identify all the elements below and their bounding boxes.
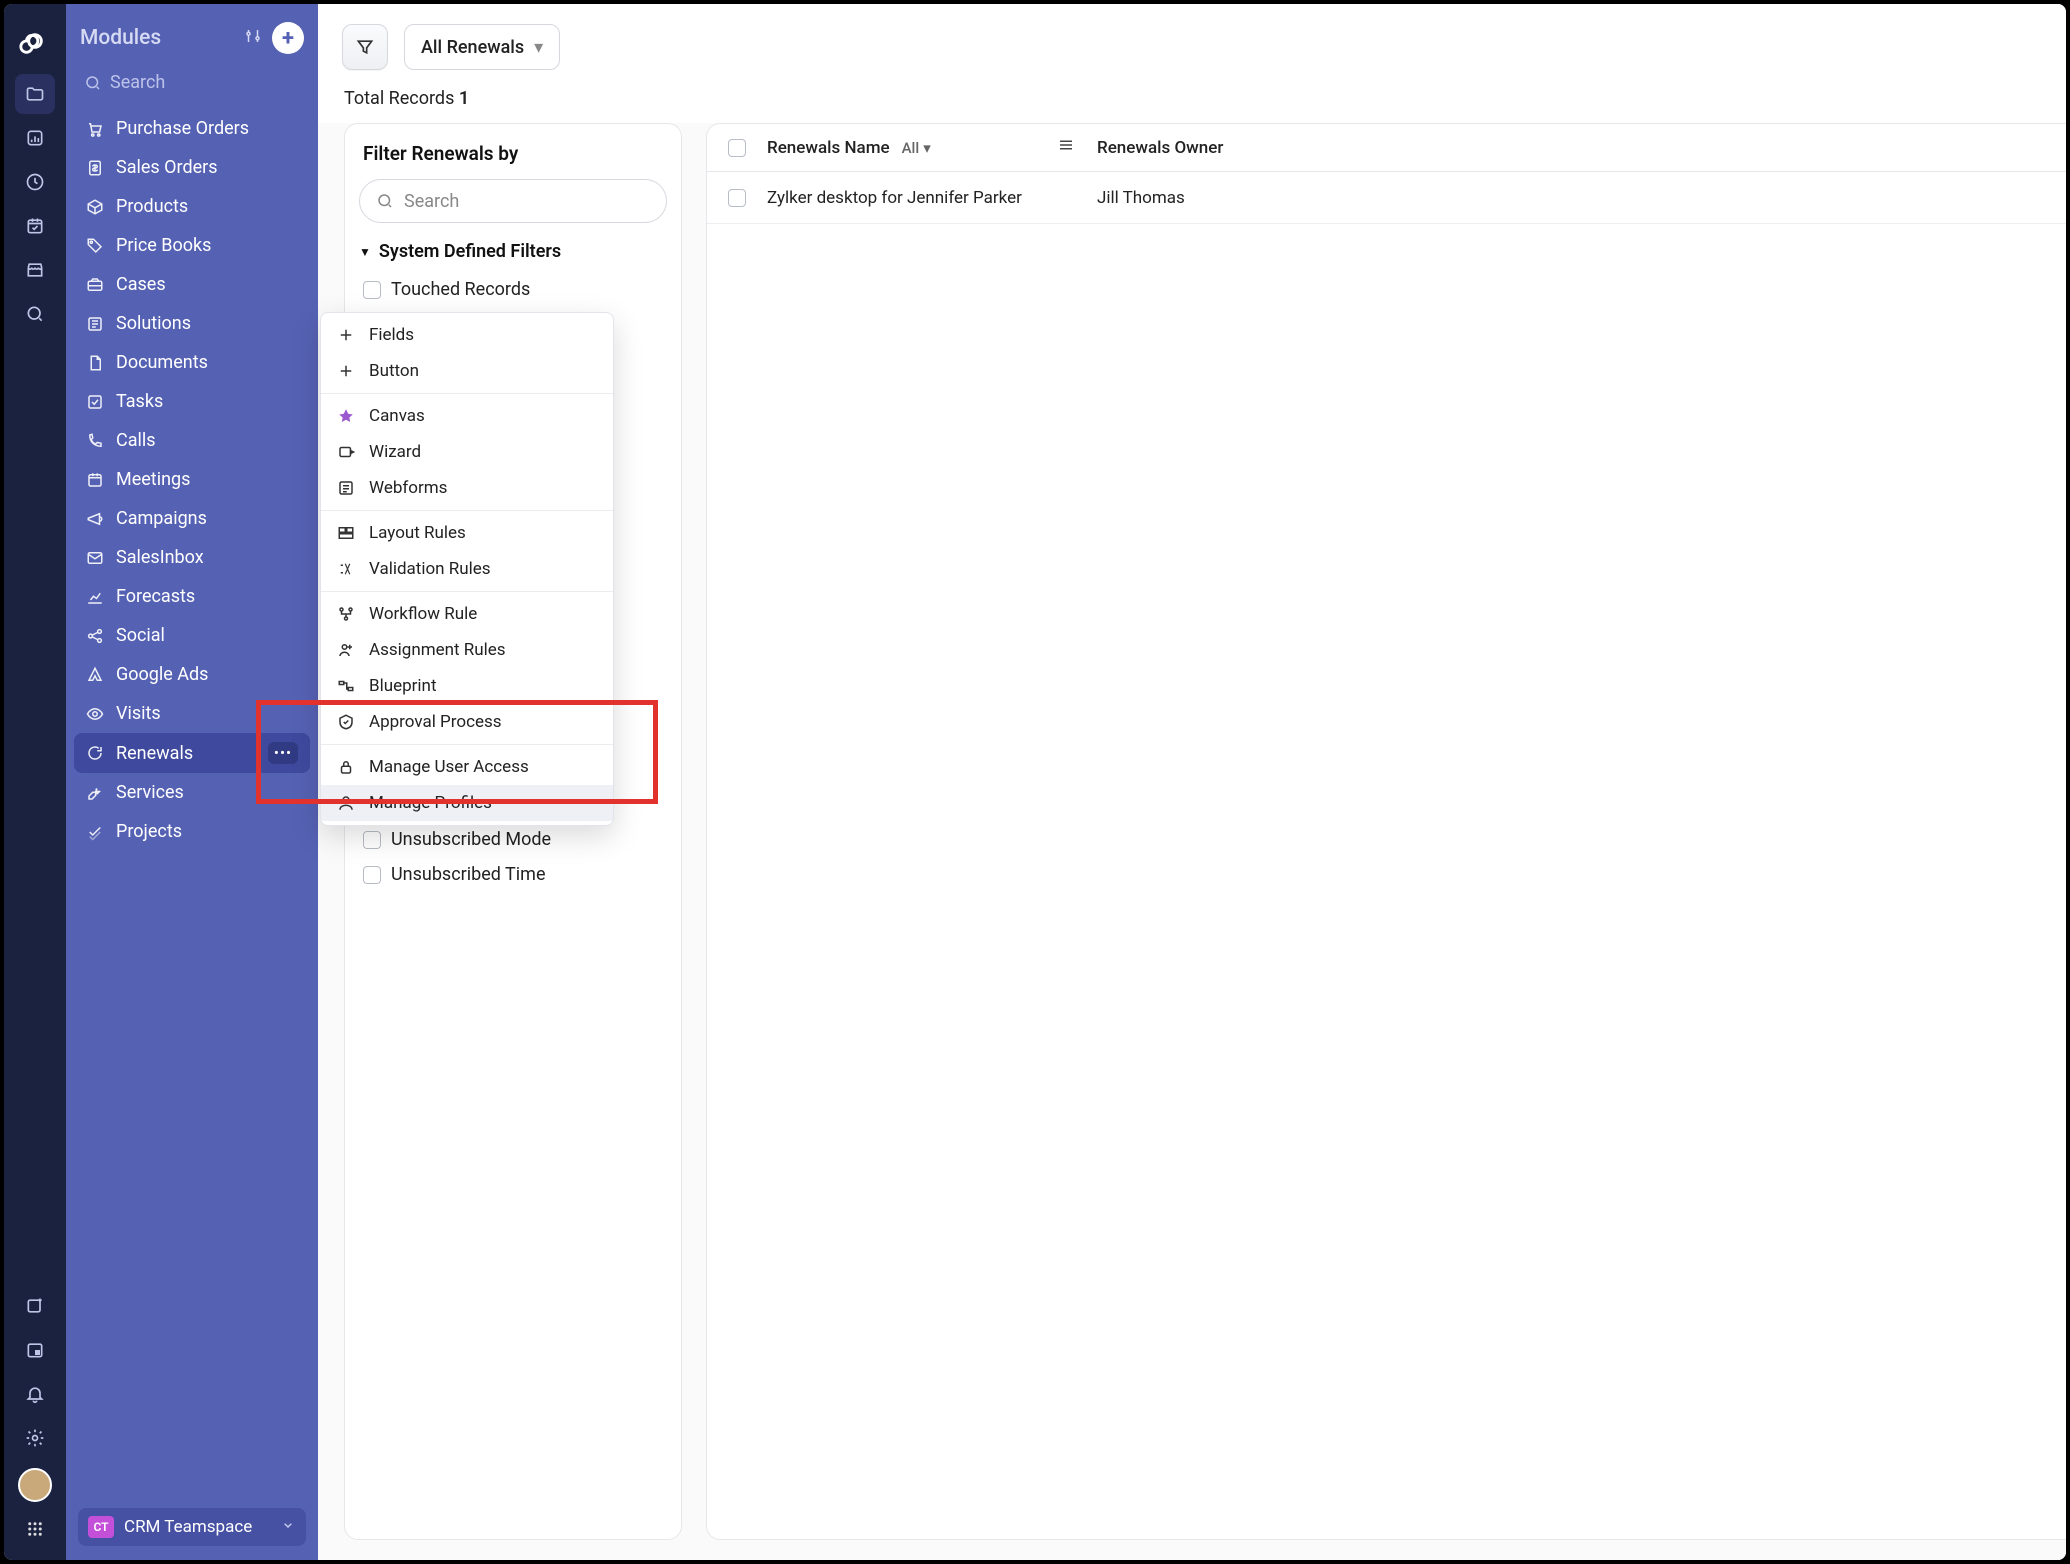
filter-toggle-button[interactable] (342, 24, 388, 70)
view-label: All Renewals (421, 37, 524, 58)
menu-item-workflow-rule[interactable]: Workflow Rule (321, 596, 613, 632)
menu-item-approval-process[interactable]: Approval Process (321, 704, 613, 740)
sidebar-item-documents[interactable]: Documents (74, 343, 310, 382)
sidebar-item-cases[interactable]: Cases (74, 265, 310, 304)
sidebar-item-solutions[interactable]: Solutions (74, 304, 310, 343)
records-table: Renewals Name All ▾ Renewals Owner Zylke… (706, 123, 2066, 1540)
teamspace-name: CRM Teamspace (124, 1517, 252, 1537)
module-context-menu: Fields Button Canvas Wizard Webforms Lay… (320, 312, 614, 826)
row-checkbox[interactable] (728, 189, 746, 207)
rail-bell-icon[interactable] (15, 1374, 55, 1414)
select-all-checkbox[interactable] (728, 139, 746, 157)
menu-item-webforms[interactable]: Webforms (321, 470, 613, 506)
triangle-down-icon: ▼ (359, 245, 371, 259)
rail-folder-icon[interactable] (15, 74, 55, 114)
sidebar-item-price-books[interactable]: Price Books (74, 226, 310, 265)
cell-owner: Jill Thomas (1097, 188, 2066, 208)
sidebar-item-meetings[interactable]: Meetings (74, 460, 310, 499)
rail-new-icon[interactable] (15, 1286, 55, 1326)
checkbox[interactable] (363, 281, 381, 299)
filters-search[interactable]: Search (359, 179, 667, 223)
modules-sidebar: Modules + Search Purchase Orders Sales O… (66, 4, 318, 1560)
col-renewals-owner[interactable]: Renewals Owner (1097, 138, 2066, 158)
record-count: Total Records 1 (318, 84, 2066, 123)
sidebar-item-social[interactable]: Social (74, 616, 310, 655)
caret-down-icon: ▾ (534, 37, 543, 58)
rail-search-icon[interactable] (15, 294, 55, 334)
brand-logo (14, 20, 56, 62)
checkbox[interactable] (363, 831, 381, 849)
table-row[interactable]: Zylker desktop for Jennifer Parker Jill … (707, 172, 2066, 224)
col-filter-all[interactable]: All ▾ (902, 139, 931, 157)
sidebar-item-sales-orders[interactable]: Sales Orders (74, 148, 310, 187)
menu-item-button[interactable]: Button (321, 353, 613, 389)
sidebar-item-products[interactable]: Products (74, 187, 310, 226)
icon-rail (4, 4, 66, 1560)
filter-option[interactable]: Unsubscribed Time (359, 857, 667, 892)
sidebar-item-services[interactable]: Services (74, 773, 310, 812)
rail-analytics-icon[interactable] (15, 118, 55, 158)
sidebar-item-forecasts[interactable]: Forecasts (74, 577, 310, 616)
filters-search-placeholder: Search (404, 191, 459, 212)
view-selector[interactable]: All Renewals ▾ (404, 24, 560, 70)
menu-item-validation-rules[interactable]: Validation Rules (321, 551, 613, 587)
sidebar-item-projects[interactable]: Projects (74, 812, 310, 851)
rail-clock-icon[interactable] (15, 162, 55, 202)
menu-item-blueprint[interactable]: Blueprint (321, 668, 613, 704)
rail-today-icon[interactable] (15, 1330, 55, 1370)
user-avatar[interactable] (18, 1468, 52, 1502)
menu-item-fields[interactable]: Fields (321, 317, 613, 353)
checkbox[interactable] (363, 866, 381, 884)
sidebar-item-tasks[interactable]: Tasks (74, 382, 310, 421)
menu-item-wizard[interactable]: Wizard (321, 434, 613, 470)
menu-item-assignment-rules[interactable]: Assignment Rules (321, 632, 613, 668)
sidebar-item-renewals[interactable]: Renewals••• (74, 733, 310, 773)
chevron-down-icon (280, 1517, 296, 1538)
sidebar-item-purchase-orders[interactable]: Purchase Orders (74, 109, 310, 148)
add-module-button[interactable]: + (272, 22, 304, 54)
filter-option[interactable]: Touched Records (359, 272, 667, 307)
menu-item-canvas[interactable]: Canvas (321, 398, 613, 434)
column-menu-icon[interactable] (1057, 136, 1097, 159)
sidebar-item-salesinbox[interactable]: SalesInbox (74, 538, 310, 577)
rail-apps-icon[interactable] (20, 1514, 50, 1544)
sidebar-search[interactable]: Search (66, 64, 318, 109)
filter-group-header[interactable]: ▼System Defined Filters (359, 241, 667, 262)
filter-option[interactable]: Unsubscribed Mode (359, 822, 667, 857)
sidebar-settings-icon[interactable] (244, 27, 262, 49)
menu-item-manage-profiles[interactable]: Manage Profiles (321, 785, 613, 821)
rail-calendar-icon[interactable] (15, 206, 55, 246)
rail-store-icon[interactable] (15, 250, 55, 290)
sidebar-item-google-ads[interactable]: Google Ads (74, 655, 310, 694)
sidebar-item-calls[interactable]: Calls (74, 421, 310, 460)
col-renewals-name[interactable]: Renewals Name All ▾ (767, 138, 1057, 158)
sidebar-item-visits[interactable]: Visits (74, 694, 310, 733)
toolbar: All Renewals ▾ (318, 4, 2066, 84)
sidebar-item-campaigns[interactable]: Campaigns (74, 499, 310, 538)
teamspace-badge: CT (88, 1516, 114, 1538)
cell-name: Zylker desktop for Jennifer Parker (767, 188, 1057, 208)
menu-item-manage-user-access[interactable]: Manage User Access (321, 749, 613, 785)
module-more-icon[interactable]: ••• (268, 742, 298, 764)
filters-heading: Filter Renewals by (359, 142, 667, 165)
table-header: Renewals Name All ▾ Renewals Owner (707, 124, 2066, 172)
sidebar-title: Modules (80, 26, 234, 50)
teamspace-selector[interactable]: CT CRM Teamspace (78, 1508, 306, 1546)
menu-item-layout-rules[interactable]: Layout Rules (321, 515, 613, 551)
sidebar-search-placeholder: Search (110, 72, 165, 93)
rail-settings-icon[interactable] (15, 1418, 55, 1458)
sidebar-list: Purchase Orders Sales Orders Products Pr… (66, 109, 318, 1498)
